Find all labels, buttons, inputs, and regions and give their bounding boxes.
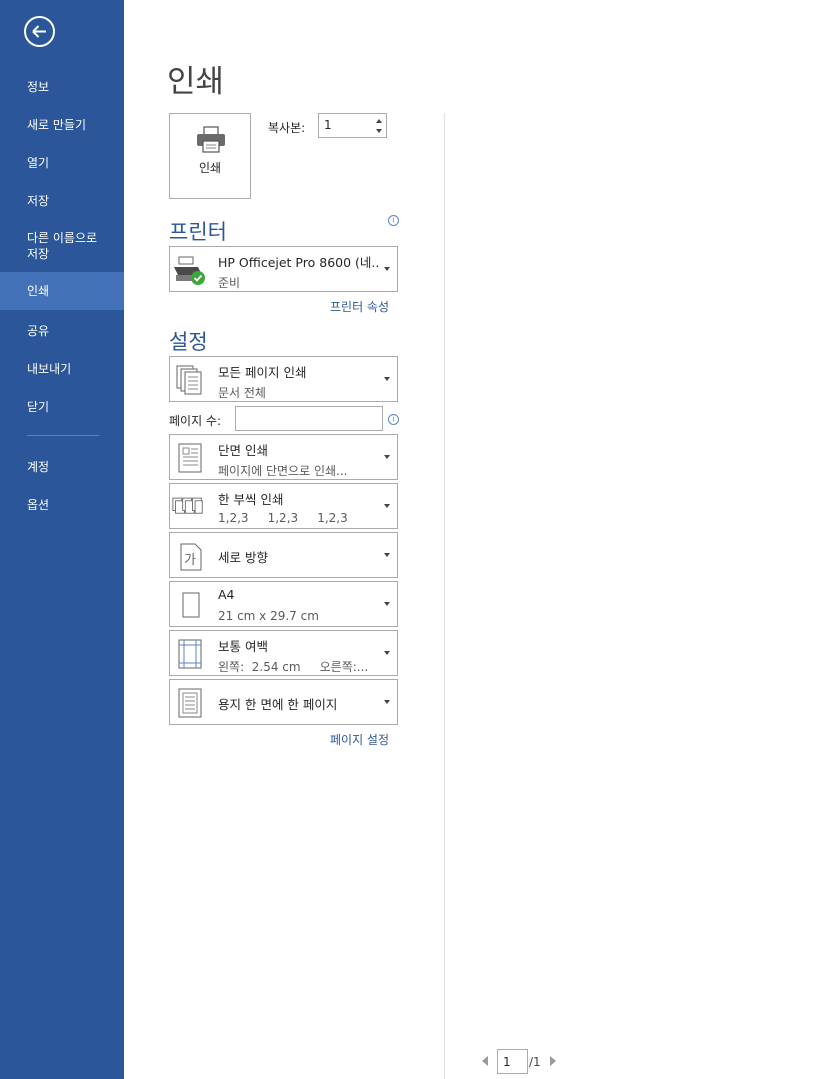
sidebar-item-save-as[interactable]: 다른 이름으로 저장: [0, 230, 124, 264]
portrait-icon: 가: [180, 543, 202, 571]
spin-up-icon[interactable]: [374, 116, 384, 126]
collate-dropdown[interactable]: 한 부씩 인쇄 1,2,3 1,2,3 1,2,3: [169, 483, 398, 529]
next-page-icon[interactable]: [550, 1056, 556, 1066]
print-button-label: 인쇄: [198, 161, 222, 175]
sidebar-item-info[interactable]: 정보: [0, 78, 124, 96]
settings-section-title: 설정: [169, 330, 208, 354]
spin-down-icon[interactable]: [374, 126, 384, 136]
page-title: 인쇄: [167, 64, 225, 100]
pages-per-sheet-main: 용지 한 면에 한 페이지: [218, 697, 338, 712]
chevron-down-icon: [384, 651, 390, 655]
print-range-sub: 문서 전체: [218, 386, 266, 400]
sidebar-item-open[interactable]: 열기: [0, 154, 124, 172]
print-range-main: 모든 페이지 인쇄: [218, 365, 307, 380]
sidebar-item-save[interactable]: 저장: [0, 192, 124, 210]
chevron-down-icon: [384, 267, 390, 271]
pages-label: 페이지 수:: [169, 414, 222, 428]
printer-icon: [197, 126, 225, 153]
printer-status: 준비: [218, 276, 241, 290]
margins-dropdown[interactable]: 보통 여백 왼쪽: 2.54 cm 오른쪽:...: [169, 630, 398, 676]
chevron-down-icon: [384, 377, 390, 381]
paper-size-sub: 21 cm x 29.7 cm: [218, 609, 319, 623]
backstage-sidebar: 정보 새로 만들기 열기 저장 다른 이름으로 저장 인쇄 공유 내보내기 닫기…: [0, 0, 124, 1079]
page-number-value: 1: [503, 1055, 511, 1069]
sidebar-item-new[interactable]: 새로 만들기: [0, 116, 124, 134]
back-arrow-icon[interactable]: [24, 16, 55, 47]
sidebar-item-close[interactable]: 닫기: [0, 398, 124, 416]
printer-name: HP Officejet Pro 8600 (네...: [218, 255, 378, 270]
sidebar-divider: [27, 435, 99, 436]
info-icon[interactable]: i: [388, 414, 399, 425]
one-sided-icon: [178, 443, 202, 473]
copies-label: 복사본:: [268, 121, 306, 135]
chevron-down-icon: [384, 455, 390, 459]
collated-icon: [172, 497, 203, 514]
margins-icon: [178, 639, 202, 669]
copies-value: 1: [324, 118, 332, 132]
orientation-main: 세로 방향: [218, 550, 268, 565]
all-pages-icon: [176, 365, 202, 395]
paper-size-dropdown[interactable]: A4 21 cm x 29.7 cm: [169, 581, 398, 627]
printer-section-title: 프린터: [169, 220, 227, 244]
duplex-dropdown[interactable]: 단면 인쇄 페이지에 단면으로 인쇄...: [169, 434, 398, 480]
prev-page-icon[interactable]: [482, 1056, 488, 1066]
sidebar-item-account[interactable]: 계정: [0, 458, 124, 476]
chevron-down-icon: [384, 602, 390, 606]
sidebar-item-share[interactable]: 공유: [0, 322, 124, 340]
page-setup-link[interactable]: 페이지 설정: [330, 731, 389, 748]
chevron-down-icon: [384, 553, 390, 557]
sidebar-item-options[interactable]: 옵션: [0, 496, 124, 514]
pages-per-sheet-icon: [178, 688, 202, 718]
copies-stepper[interactable]: 1: [318, 113, 387, 138]
margins-sub: 왼쪽: 2.54 cm 오른쪽:...: [218, 660, 369, 674]
orientation-dropdown[interactable]: 가 세로 방향: [169, 532, 398, 578]
print-button[interactable]: 인쇄: [169, 113, 251, 199]
pages-input[interactable]: [235, 406, 383, 431]
paper-size-main: A4: [218, 587, 235, 602]
sidebar-item-print[interactable]: 인쇄: [0, 272, 124, 310]
svg-text:가: 가: [184, 553, 196, 568]
preview-divider: [444, 113, 445, 1079]
chevron-down-icon: [384, 504, 390, 508]
duplex-sub: 페이지에 단면으로 인쇄...: [218, 464, 348, 478]
printer-ready-icon: [174, 256, 205, 285]
page-total: /1: [529, 1055, 541, 1069]
collate-sub: 1,2,3 1,2,3 1,2,3: [218, 511, 348, 525]
info-icon[interactable]: i: [388, 215, 399, 226]
duplex-main: 단면 인쇄: [218, 443, 268, 458]
printer-dropdown[interactable]: HP Officejet Pro 8600 (네... 준비: [169, 246, 398, 292]
sidebar-item-export[interactable]: 내보내기: [0, 360, 124, 378]
printer-properties-link[interactable]: 프린터 속성: [330, 298, 389, 315]
print-range-dropdown[interactable]: 모든 페이지 인쇄 문서 전체: [169, 356, 398, 402]
collate-main: 한 부씩 인쇄: [218, 492, 284, 507]
margins-main: 보통 여백: [218, 639, 268, 654]
page-number-input[interactable]: 1: [497, 1049, 528, 1074]
pages-per-sheet-dropdown[interactable]: 용지 한 면에 한 페이지: [169, 679, 398, 725]
paper-size-icon: [182, 592, 200, 618]
chevron-down-icon: [384, 700, 390, 704]
